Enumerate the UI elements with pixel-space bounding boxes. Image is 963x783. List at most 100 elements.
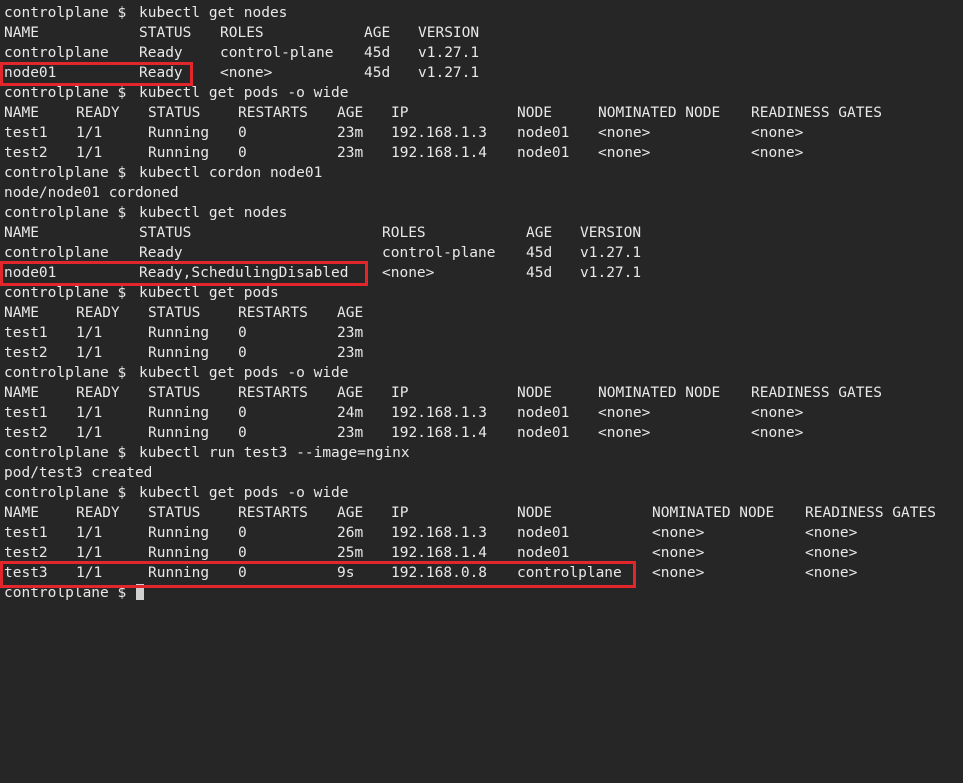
table-cell: test2 — [4, 345, 48, 361]
table-cell: Running — [148, 405, 210, 421]
output-line: pod/test3 created — [0, 463, 963, 483]
table-cell: test1 — [4, 405, 48, 421]
column-header: IP — [391, 385, 409, 401]
table-cell: test1 — [4, 125, 48, 141]
table-cell: 0 — [238, 145, 247, 161]
table-cell: 0 — [238, 325, 247, 341]
table-cell: 23m — [337, 145, 364, 161]
table-cell: node01 — [517, 125, 570, 141]
table-cell: 45d — [526, 265, 553, 281]
text-cursor[interactable] — [135, 584, 144, 600]
table-cell: 1/1 — [76, 325, 103, 341]
table-cell: controlplane — [4, 45, 109, 61]
column-header: STATUS — [148, 105, 201, 121]
table-row: test2 1/1 Running 0 23m 192.168.1.4 node… — [0, 143, 963, 163]
command-text: kubectl cordon node01 — [139, 165, 323, 181]
table-cell: 0 — [238, 525, 247, 541]
table-header: NAME STATUS ROLES AGE VERSION — [0, 23, 963, 43]
table-cell: Running — [148, 125, 210, 141]
column-header: ROLES — [220, 25, 264, 41]
table-row: node01 Ready <none> 45d v1.27.1 — [0, 63, 963, 83]
table-row: test2 1/1 Running 0 25m 192.168.1.4 node… — [0, 543, 963, 563]
prompt: controlplane $ — [4, 205, 127, 221]
command-output: pod/test3 created — [4, 465, 153, 481]
terminal-window[interactable]: controlplane $ kubectl get nodes NAME ST… — [0, 0, 963, 621]
column-header: STATUS — [139, 25, 192, 41]
column-header: IP — [391, 105, 409, 121]
column-header: STATUS — [139, 225, 192, 241]
command-line: controlplane $ kubectl run test3 --image… — [0, 443, 963, 463]
column-header: AGE — [337, 305, 364, 321]
column-header: RESTARTS — [238, 305, 308, 321]
column-header: NAME — [4, 505, 39, 521]
command-line: controlplane $ kubectl get pods -o wide — [0, 363, 963, 383]
prompt: controlplane $ — [4, 285, 127, 301]
table-cell: Running — [148, 345, 210, 361]
table-row: test1 1/1 Running 0 26m 192.168.1.3 node… — [0, 523, 963, 543]
column-header: NOMINATED NODE — [598, 385, 721, 401]
table-cell: 192.168.1.4 — [391, 545, 488, 561]
table-cell: 0 — [238, 545, 247, 561]
table-cell: 23m — [337, 345, 364, 361]
table-header: NAME READY STATUS RESTARTS AGE IP NODE N… — [0, 383, 963, 403]
column-header: NAME — [4, 25, 39, 41]
table-cell: 192.168.1.4 — [391, 145, 488, 161]
table-cell: test3 — [4, 565, 48, 581]
command-line: controlplane $ kubectl get nodes — [0, 3, 963, 23]
table-cell: 192.168.0.8 — [391, 565, 488, 581]
table-cell: <none> — [382, 265, 435, 281]
command-text: kubectl run test3 --image=nginx — [139, 445, 410, 461]
table-cell: 1/1 — [76, 345, 103, 361]
column-header: AGE — [337, 385, 364, 401]
column-header: NAME — [4, 105, 39, 121]
table-cell: node01 — [4, 265, 57, 281]
table-cell: 192.168.1.3 — [391, 125, 488, 141]
table-cell: control-plane — [382, 245, 496, 261]
table-row: node01 Ready,SchedulingDisabled <none> 4… — [0, 263, 963, 283]
table-cell: test1 — [4, 325, 48, 341]
table-row: test3 1/1 Running 0 9s 192.168.0.8 contr… — [0, 563, 963, 583]
table-row: controlplane Ready control-plane 45d v1.… — [0, 243, 963, 263]
table-cell: Running — [148, 565, 210, 581]
column-header: AGE — [337, 105, 364, 121]
column-header: RESTARTS — [238, 105, 308, 121]
command-line: controlplane $ kubectl get pods -o wide — [0, 83, 963, 103]
command-text: kubectl get pods -o wide — [139, 365, 349, 381]
table-cell: <none> — [652, 525, 705, 541]
table-cell: Running — [148, 425, 210, 441]
column-header: READY — [76, 505, 120, 521]
table-row: test1 1/1 Running 0 24m 192.168.1.3 node… — [0, 403, 963, 423]
command-line: controlplane $ kubectl get pods — [0, 283, 963, 303]
prompt: controlplane $ — [4, 585, 127, 601]
table-cell: <none> — [652, 565, 705, 581]
command-line: controlplane $ kubectl get nodes — [0, 203, 963, 223]
column-header: READINESS GATES — [805, 505, 936, 521]
column-header: NAME — [4, 225, 39, 241]
column-header: READINESS GATES — [751, 105, 882, 121]
column-header: READY — [76, 305, 120, 321]
column-header: ROLES — [382, 225, 426, 241]
table-cell: 192.168.1.3 — [391, 405, 488, 421]
command-line: controlplane $ kubectl cordon node01 — [0, 163, 963, 183]
table-cell: test2 — [4, 425, 48, 441]
table-cell: Ready — [139, 45, 183, 61]
table-cell: node01 — [517, 145, 570, 161]
table-header: NAME STATUS ROLES AGE VERSION — [0, 223, 963, 243]
table-row: test2 1/1 Running 0 23m 192.168.1.4 node… — [0, 423, 963, 443]
table-cell: 26m — [337, 525, 364, 541]
table-cell: <none> — [598, 405, 651, 421]
table-cell: node01 — [517, 525, 570, 541]
prompt: controlplane $ — [4, 5, 127, 21]
column-header: READINESS GATES — [751, 385, 882, 401]
table-cell: Running — [148, 325, 210, 341]
table-cell: <none> — [805, 525, 858, 541]
command-line: controlplane $ kubectl get pods -o wide — [0, 483, 963, 503]
table-cell: <none> — [751, 425, 804, 441]
table-cell: 23m — [337, 325, 364, 341]
table-cell: 0 — [238, 565, 247, 581]
table-row: test1 1/1 Running 0 23m 192.168.1.3 node… — [0, 123, 963, 143]
active-prompt-line[interactable]: controlplane $ — [0, 583, 963, 603]
command-text: kubectl get pods — [139, 285, 279, 301]
column-header: NAME — [4, 305, 39, 321]
table-cell: <none> — [598, 125, 651, 141]
